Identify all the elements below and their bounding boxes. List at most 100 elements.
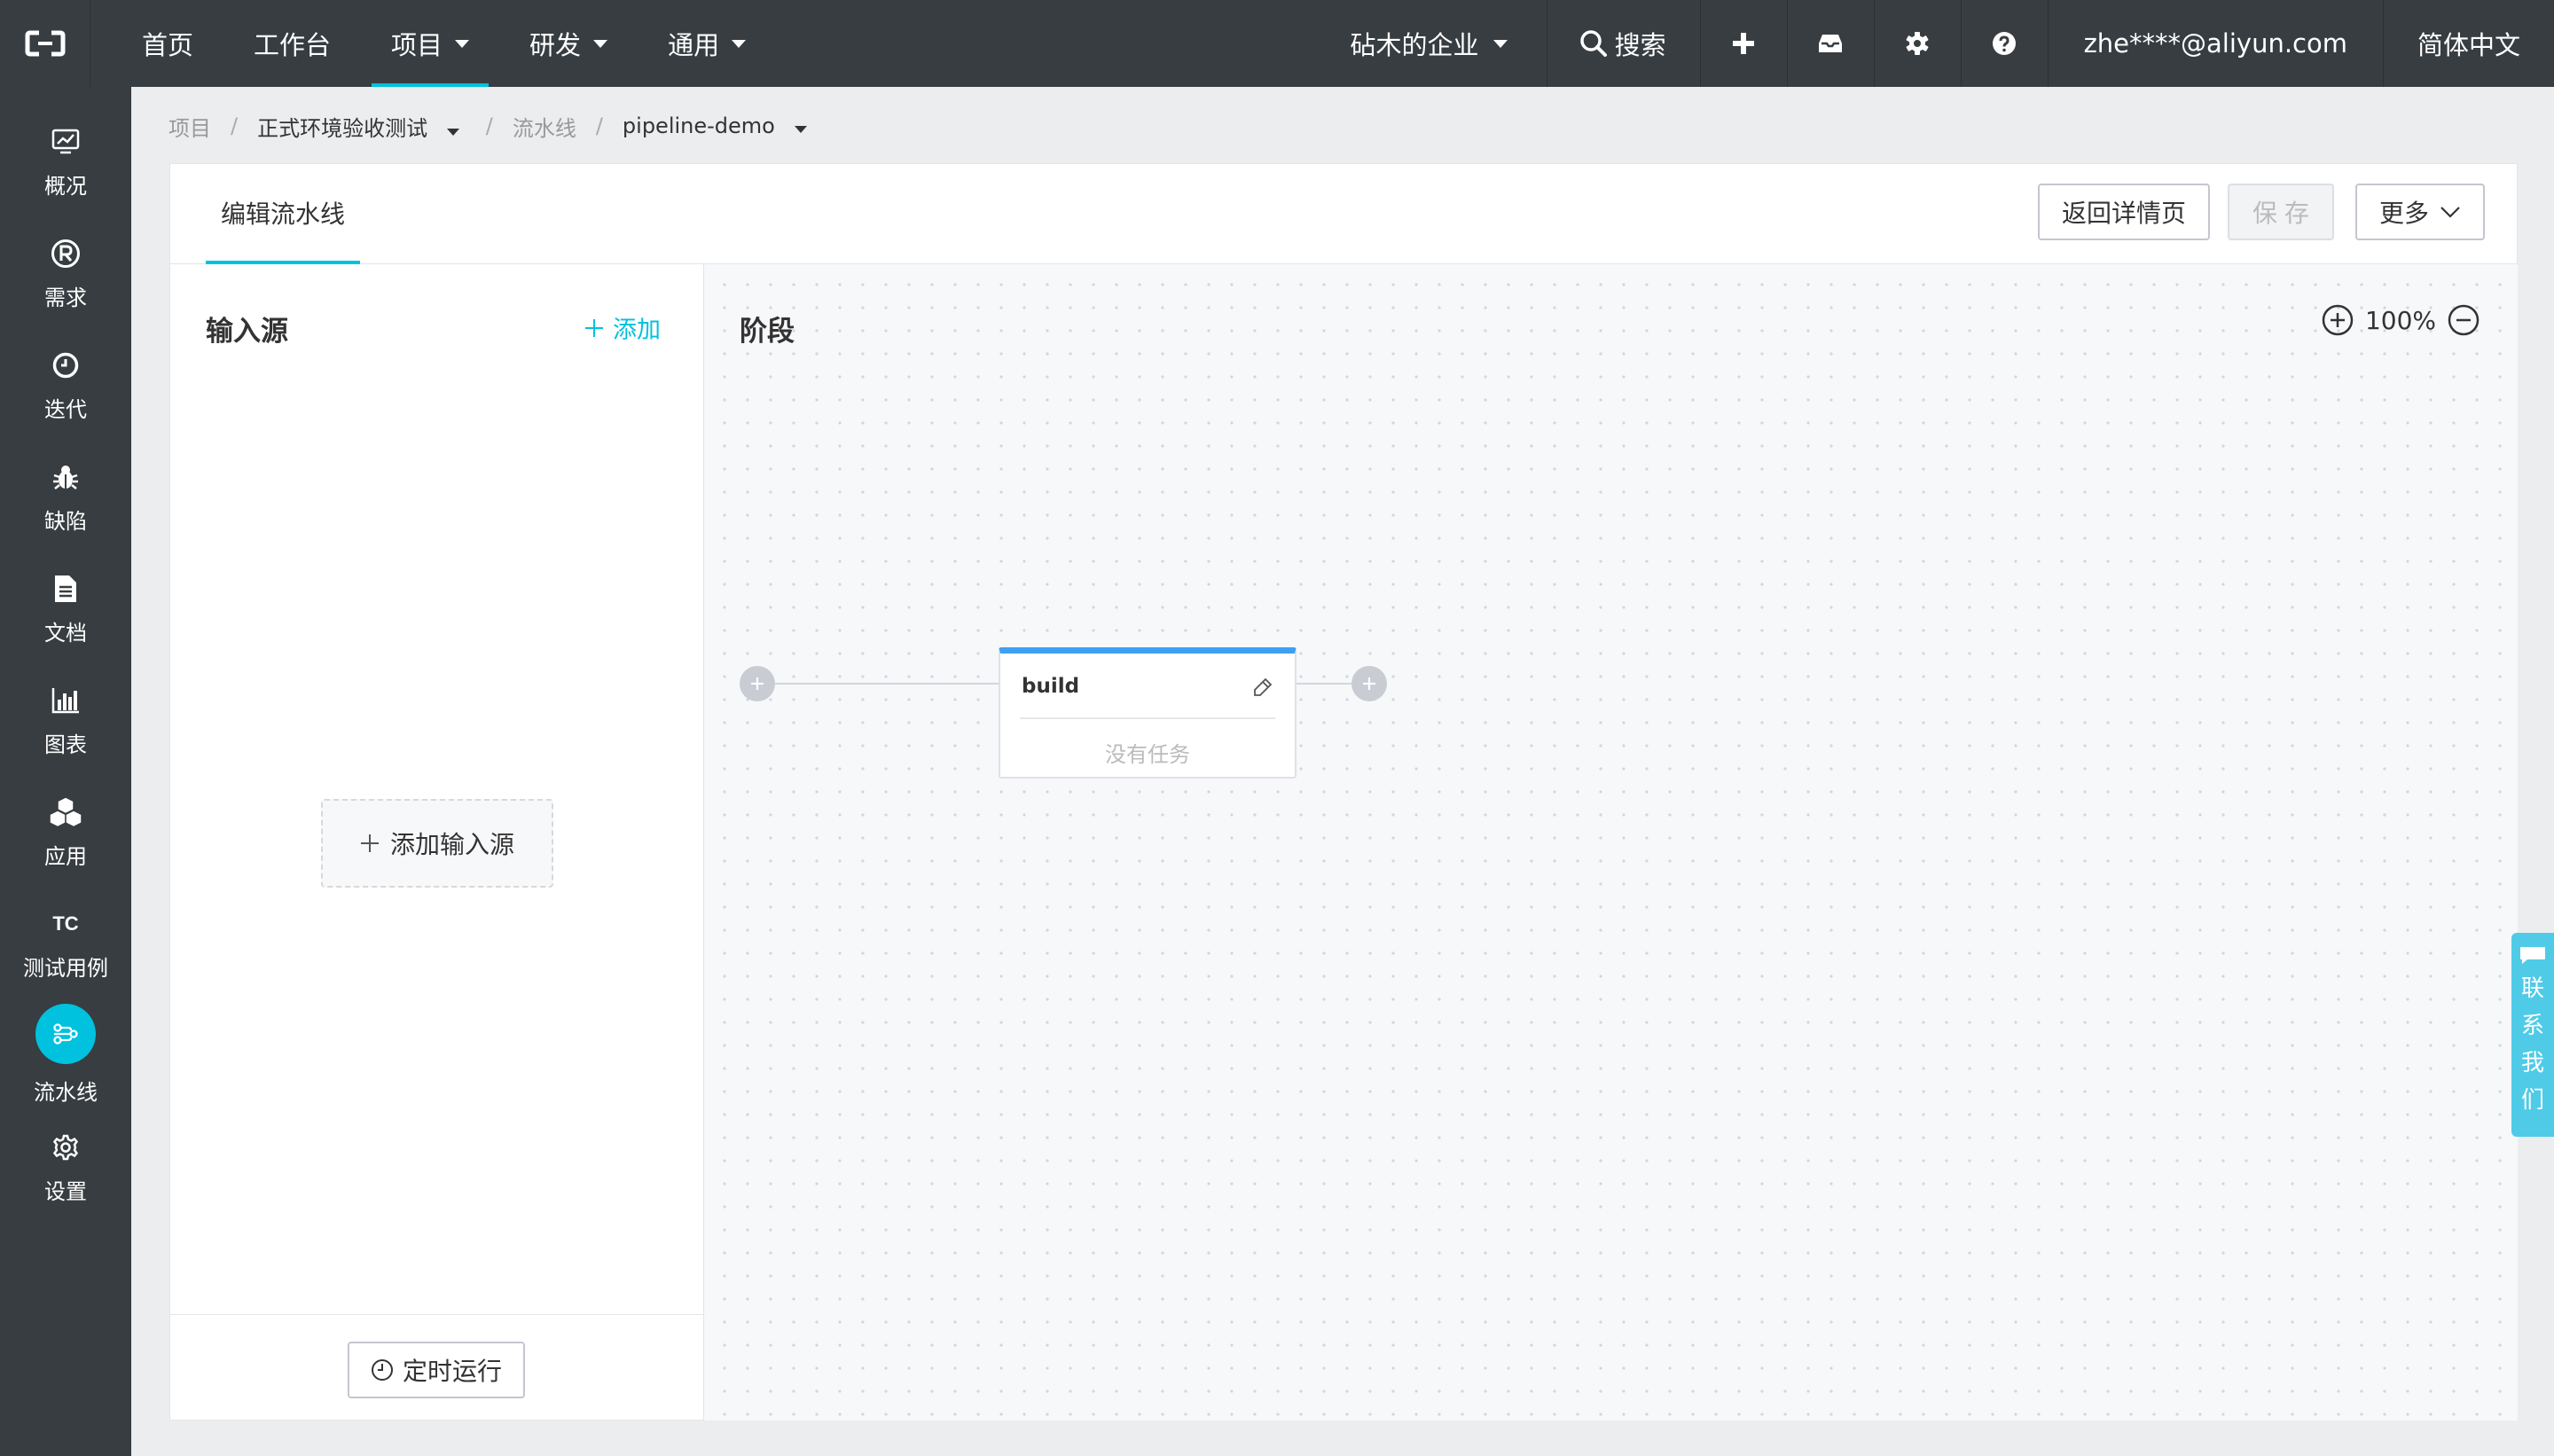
scheduled-run-label: 定时运行	[402, 1357, 502, 1386]
org-name: 砧木的企业	[1350, 30, 1479, 60]
add-input-source-label: 添加输入源	[389, 830, 514, 859]
clock-icon	[371, 1359, 393, 1381]
breadcrumb-projects[interactable]: 项目	[168, 111, 211, 142]
org-switcher[interactable]: 砧木的企业	[1324, 0, 1547, 87]
sidebar-item-pipeline[interactable]: 流水线	[0, 1004, 131, 1106]
back-button-label: 返回详情页	[2061, 199, 2186, 228]
plus-icon	[585, 318, 603, 337]
sidebar-item-label: 概况	[44, 174, 87, 199]
zoom-controls: 100%	[2321, 303, 2480, 337]
caret-down-icon	[455, 39, 470, 48]
pipeline-icon	[35, 1004, 96, 1064]
caret-down-icon	[732, 39, 747, 48]
contact-us-label: 联 系 我 们	[2520, 975, 2544, 1114]
nav-workbench-label: 工作台	[254, 30, 332, 60]
chevron-down-icon	[2440, 207, 2460, 218]
language-label: 简体中文	[2417, 30, 2520, 60]
language-switcher[interactable]: 简体中文	[2382, 0, 2554, 87]
search-button[interactable]: 搜索	[1546, 0, 1700, 87]
breadcrumb-project-switcher[interactable]: 正式环境验收测试	[257, 111, 459, 142]
add-source-link-label: 添加	[613, 317, 661, 344]
bug-icon	[48, 459, 83, 495]
nav-general[interactable]: 通用	[648, 0, 765, 87]
nav-projects[interactable]: 项目	[372, 0, 490, 87]
document-icon	[48, 571, 83, 607]
aliyun-logo-icon[interactable]	[0, 0, 90, 87]
contact-us-float[interactable]: 联 系 我 们	[2511, 933, 2554, 1137]
add-input-source-button[interactable]: 添加输入源	[321, 799, 553, 888]
save-button-label: 保存	[2252, 199, 2316, 228]
editor-header: 编辑流水线 返回详情页 保存 更多	[170, 164, 2517, 264]
registered-icon	[48, 236, 83, 271]
add-stage-after-button[interactable]	[1351, 666, 1387, 701]
user-account[interactable]: zhe****@aliyun.com	[2047, 0, 2383, 87]
nav-develop[interactable]: 研发	[510, 0, 627, 87]
nav-home-label: 首页	[142, 30, 194, 60]
zoom-in-icon[interactable]	[2321, 303, 2354, 337]
inbox-button[interactable]	[1786, 0, 1874, 87]
top-right-tools: 砧木的企业 搜索 zhe****@aliyun.com 简体中文	[1324, 0, 2554, 87]
project-sidebar: 概况 需求 迭代 缺陷 文档 图表 应用 TC 测试用例 流水线 设置	[0, 87, 131, 1456]
sidebar-item-settings[interactable]: 设置	[0, 1130, 131, 1205]
sidebar-item-label: 设置	[44, 1179, 87, 1204]
top-navigation-bar: 首页 工作台 项目 研发 通用 砧木的企业 搜索 zhe****@aliyun.…	[0, 0, 2554, 87]
sidebar-item-overview[interactable]: 概况	[0, 124, 131, 200]
add-stage-before-button[interactable]	[740, 666, 775, 701]
sidebar-item-testcases[interactable]: TC 测试用例	[0, 906, 131, 982]
nav-develop-label: 研发	[529, 30, 582, 60]
caret-down-icon	[794, 126, 807, 133]
sidebar-item-iterations[interactable]: 迭代	[0, 348, 131, 423]
help-button[interactable]	[1960, 0, 2048, 87]
scheduled-run-button[interactable]: 定时运行	[348, 1342, 525, 1398]
add-source-link[interactable]: 添加	[584, 310, 661, 345]
zoom-out-icon[interactable]	[2447, 303, 2480, 337]
breadcrumb-pipeline-name: pipeline-demo	[622, 114, 775, 138]
cubes-icon	[48, 795, 83, 830]
breadcrumb-pipelines[interactable]: 流水线	[513, 111, 576, 142]
help-icon	[1993, 32, 2017, 55]
sidebar-item-requirements[interactable]: 需求	[0, 236, 131, 311]
save-button[interactable]: 保存	[2228, 184, 2334, 240]
more-button-label: 更多	[2378, 199, 2429, 228]
sidebar-item-label: 应用	[44, 844, 87, 869]
input-sources-column: 输入源 添加 添加输入源 定时运行	[170, 264, 704, 1421]
settings-button[interactable]	[1873, 0, 1961, 87]
nav-home[interactable]: 首页	[122, 0, 213, 87]
stage-canvas[interactable]: 阶段 100% build 没有任务	[704, 264, 2518, 1421]
clock-icon	[48, 348, 83, 383]
sidebar-item-label: 流水线	[34, 1080, 98, 1105]
search-label: 搜索	[1614, 30, 1666, 60]
create-button[interactable]	[1699, 0, 1787, 87]
sidebar-item-defects[interactable]: 缺陷	[0, 459, 131, 535]
caret-down-icon	[1492, 39, 1508, 48]
user-email: zhe****@aliyun.com	[2083, 28, 2347, 59]
stage-card-build[interactable]: build 没有任务	[999, 647, 1297, 779]
breadcrumb: 项目 / 正式环境验收测试 / 流水线 / pipeline-demo	[168, 108, 807, 144]
breadcrumb-pipeline-switcher[interactable]: pipeline-demo	[623, 114, 807, 138]
stage-name: build	[1022, 675, 1080, 698]
nav-projects-label: 项目	[391, 30, 443, 60]
stage-connector	[775, 683, 999, 685]
pipeline-editor-panel: 编辑流水线 返回详情页 保存 更多 输入源 添加 添加输入源 定时运行 阶段 1…	[169, 163, 2518, 1421]
plus-icon	[1363, 677, 1375, 690]
sidebar-item-label: 需求	[44, 286, 87, 310]
sidebar-item-label: 迭代	[44, 397, 87, 422]
tab-edit-pipeline-label: 编辑流水线	[220, 199, 345, 229]
tab-edit-pipeline[interactable]: 编辑流水线	[206, 164, 360, 264]
sidebar-item-apps[interactable]: 应用	[0, 795, 131, 870]
nav-workbench[interactable]: 工作台	[234, 0, 350, 87]
sidebar-item-documents[interactable]: 文档	[0, 571, 131, 646]
breadcrumb-separator: /	[231, 114, 239, 138]
plus-icon	[751, 677, 764, 690]
nav-general-label: 通用	[668, 30, 720, 60]
schedule-footer: 定时运行	[170, 1314, 703, 1421]
more-dropdown-button[interactable]: 更多	[2355, 184, 2485, 240]
edit-pencil-icon[interactable]	[1252, 677, 1273, 698]
plus-icon	[1733, 33, 1755, 54]
sidebar-item-charts[interactable]: 图表	[0, 683, 131, 758]
plus-icon	[360, 834, 379, 852]
gear-icon	[48, 1130, 83, 1165]
sidebar-item-label: 图表	[44, 732, 87, 757]
back-to-detail-button[interactable]: 返回详情页	[2038, 184, 2210, 240]
stage-divider	[1020, 717, 1275, 719]
